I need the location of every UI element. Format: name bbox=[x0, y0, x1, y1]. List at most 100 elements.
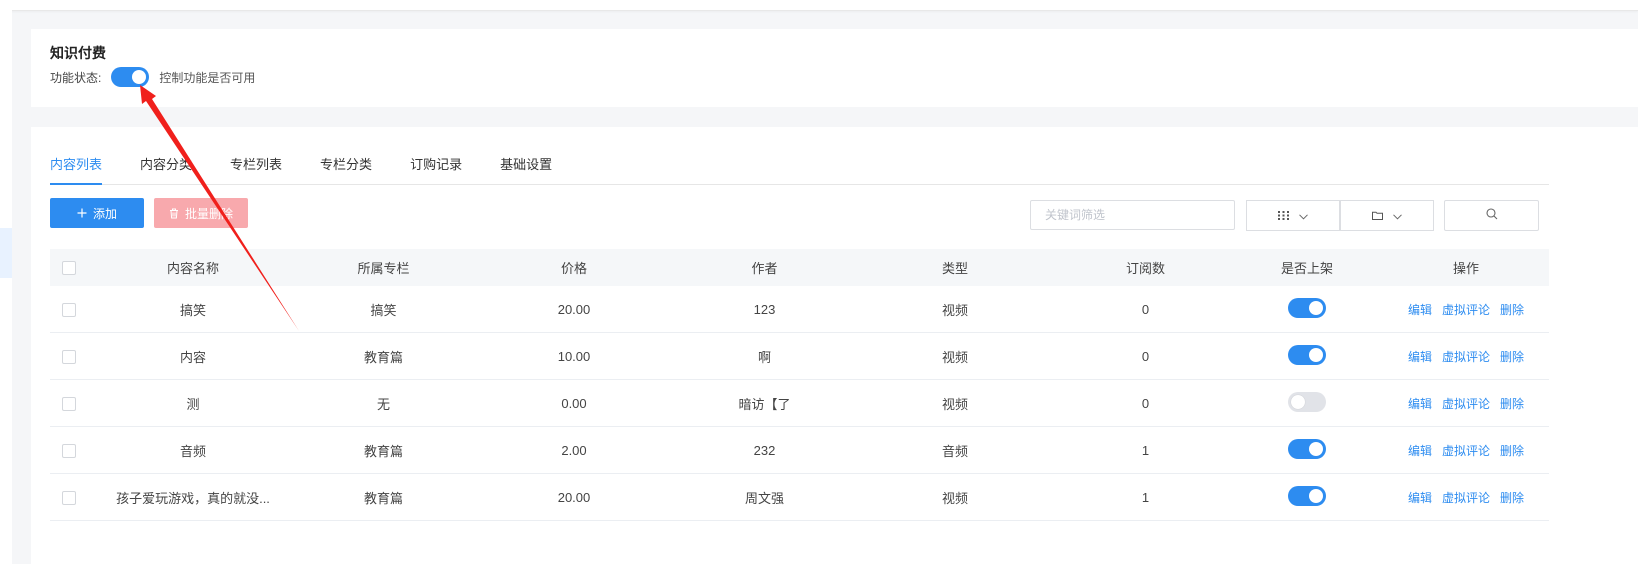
cell-subscriptions-text: 0 bbox=[1141, 395, 1150, 411]
cell-content-name: 搞笑 bbox=[88, 286, 298, 333]
folder-select[interactable] bbox=[1340, 200, 1434, 231]
tab-bar: 内容列表 内容分类 专栏列表 专栏分类 订购记录 基础设置 bbox=[50, 155, 1549, 185]
row-checkbox[interactable] bbox=[62, 349, 76, 364]
cell-actions: 编辑 虚拟评论 删除 bbox=[1383, 332, 1549, 380]
virtual-comment-link[interactable]: 虚拟评论 bbox=[1442, 350, 1490, 364]
toggle-knob bbox=[1309, 441, 1323, 456]
virtual-comment-link[interactable]: 虚拟评论 bbox=[1442, 397, 1490, 411]
cell-subscriptions: 1 bbox=[1060, 426, 1231, 474]
cell-author: 123 bbox=[679, 286, 850, 333]
sidebar-active-highlight[interactable] bbox=[0, 228, 12, 278]
cell-subscriptions-text: 1 bbox=[1141, 489, 1150, 505]
tab-order-records[interactable]: 订购记录 bbox=[410, 155, 462, 183]
plus-icon bbox=[77, 208, 87, 218]
header-type: 类型 bbox=[850, 249, 1060, 286]
cell-author: 周文强 bbox=[679, 473, 850, 521]
cell-subscriptions-text: 0 bbox=[1141, 301, 1150, 317]
cell-column-text: 教育篇 bbox=[363, 490, 403, 506]
row-checkbox-cell bbox=[50, 286, 88, 333]
cell-author-text: 232 bbox=[753, 442, 776, 458]
delete-link[interactable]: 删除 bbox=[1500, 350, 1524, 364]
cell-subscriptions: 0 bbox=[1060, 332, 1231, 380]
header-content-name: 内容名称 bbox=[88, 249, 298, 286]
delete-link[interactable]: 删除 bbox=[1500, 444, 1524, 458]
cell-listed bbox=[1231, 332, 1383, 380]
keyword-filter-input[interactable] bbox=[1030, 200, 1235, 230]
cell-type-text: 视频 bbox=[941, 302, 968, 318]
toggle-knob bbox=[1309, 347, 1323, 362]
trash-icon bbox=[169, 208, 179, 219]
delete-link[interactable]: 删除 bbox=[1500, 397, 1524, 411]
table-body: 搞笑 搞笑 20.00 123 视频 0 编辑 虚拟评论 删除 内容 教育篇 10.00 啊视频 0 编辑虚… bbox=[50, 286, 1549, 521]
select-all-checkbox[interactable] bbox=[62, 261, 76, 276]
toggle-knob bbox=[132, 70, 147, 84]
cell-content-name: 音频 bbox=[88, 426, 298, 474]
cell-price: 20.00 bbox=[469, 286, 679, 333]
folder-icon bbox=[1372, 208, 1383, 223]
cell-price-text: 10.00 bbox=[557, 348, 591, 364]
table-header-row: 内容名称 所属专栏 价格 作者 类型 订阅数 是否上架 操作 bbox=[50, 249, 1549, 286]
grid-icon bbox=[1278, 208, 1289, 223]
cell-author: 暗访【了 bbox=[679, 379, 850, 427]
edit-link[interactable]: 编辑 bbox=[1408, 350, 1432, 364]
virtual-comment-link[interactable]: 虚拟评论 bbox=[1442, 444, 1490, 458]
row-checkbox[interactable] bbox=[62, 443, 76, 458]
listed-toggle[interactable] bbox=[1288, 391, 1326, 412]
row-checkbox[interactable] bbox=[62, 490, 76, 505]
feature-status-card: 知识付费 功能状态: 控制功能是否可用 bbox=[31, 29, 1638, 107]
cell-content-name: 测 bbox=[88, 379, 298, 427]
cell-type-text: 视频 bbox=[941, 490, 968, 506]
header-select-all[interactable] bbox=[50, 249, 88, 286]
cell-price-text: 2.00 bbox=[561, 442, 587, 458]
listed-toggle[interactable] bbox=[1288, 297, 1326, 318]
cell-price-text: 20.00 bbox=[557, 489, 591, 505]
tab-content-list[interactable]: 内容列表 bbox=[50, 155, 103, 185]
cell-price: 2.00 bbox=[469, 426, 679, 474]
listed-toggle[interactable] bbox=[1288, 485, 1326, 506]
cell-type: 视频 bbox=[850, 379, 1060, 427]
cell-content-name: 内容 bbox=[88, 332, 298, 380]
row-checkbox[interactable] bbox=[62, 396, 76, 411]
add-button[interactable]: 添加 bbox=[50, 198, 144, 228]
cell-author-text: 啊 bbox=[757, 349, 771, 365]
tab-column-list[interactable]: 专栏列表 bbox=[230, 155, 282, 183]
table-row: 音频 教育篇 2.00 232 音频 1 编辑 虚拟评论 删除 bbox=[50, 426, 1549, 474]
cell-column: 无 bbox=[298, 379, 469, 427]
virtual-comment-link[interactable]: 虚拟评论 bbox=[1442, 491, 1490, 505]
listed-toggle[interactable] bbox=[1288, 344, 1326, 365]
cell-type: 视频 bbox=[850, 332, 1060, 380]
feature-status-toggle[interactable] bbox=[111, 67, 150, 87]
batch-delete-button[interactable]: 批量删除 bbox=[154, 198, 248, 228]
tab-column-category[interactable]: 专栏分类 bbox=[320, 155, 372, 183]
cell-price-text: 20.00 bbox=[557, 301, 591, 317]
row-checkbox[interactable] bbox=[62, 302, 76, 317]
cell-listed bbox=[1231, 286, 1383, 333]
edit-link[interactable]: 编辑 bbox=[1408, 444, 1432, 458]
add-button-label: 添加 bbox=[92, 206, 117, 221]
table-row: 搞笑 搞笑 20.00 123 视频 0 编辑 虚拟评论 删除 bbox=[50, 286, 1549, 333]
cell-column-text: 无 bbox=[376, 396, 390, 412]
tab-content-category[interactable]: 内容分类 bbox=[140, 155, 192, 183]
edit-link[interactable]: 编辑 bbox=[1408, 491, 1432, 505]
toggle-knob bbox=[1309, 488, 1323, 503]
cell-column-text: 教育篇 bbox=[363, 443, 403, 459]
listed-toggle[interactable] bbox=[1288, 438, 1326, 459]
delete-link[interactable]: 删除 bbox=[1500, 491, 1524, 505]
page: 知识付费 功能状态: 控制功能是否可用 内容列表 内容分类 专栏列表 专栏分类 … bbox=[0, 0, 1638, 564]
toggle-knob bbox=[1291, 394, 1305, 409]
cell-subscriptions-text: 0 bbox=[1141, 348, 1150, 364]
left-sidebar-edge bbox=[0, 10, 12, 564]
virtual-comment-link[interactable]: 虚拟评论 bbox=[1442, 303, 1490, 317]
cell-actions: 编辑 虚拟评论 删除 bbox=[1383, 379, 1549, 427]
edit-link[interactable]: 编辑 bbox=[1408, 303, 1432, 317]
cell-type: 视频 bbox=[850, 286, 1060, 333]
grid-view-select[interactable] bbox=[1246, 200, 1340, 231]
header-column: 所属专栏 bbox=[298, 249, 469, 286]
cell-author-text: 周文强 bbox=[744, 490, 784, 506]
edit-link[interactable]: 编辑 bbox=[1408, 397, 1432, 411]
cell-listed bbox=[1231, 473, 1383, 521]
tab-basic-settings[interactable]: 基础设置 bbox=[500, 155, 552, 183]
header-listed: 是否上架 bbox=[1231, 249, 1383, 286]
search-button[interactable] bbox=[1444, 200, 1539, 231]
delete-link[interactable]: 删除 bbox=[1500, 303, 1524, 317]
